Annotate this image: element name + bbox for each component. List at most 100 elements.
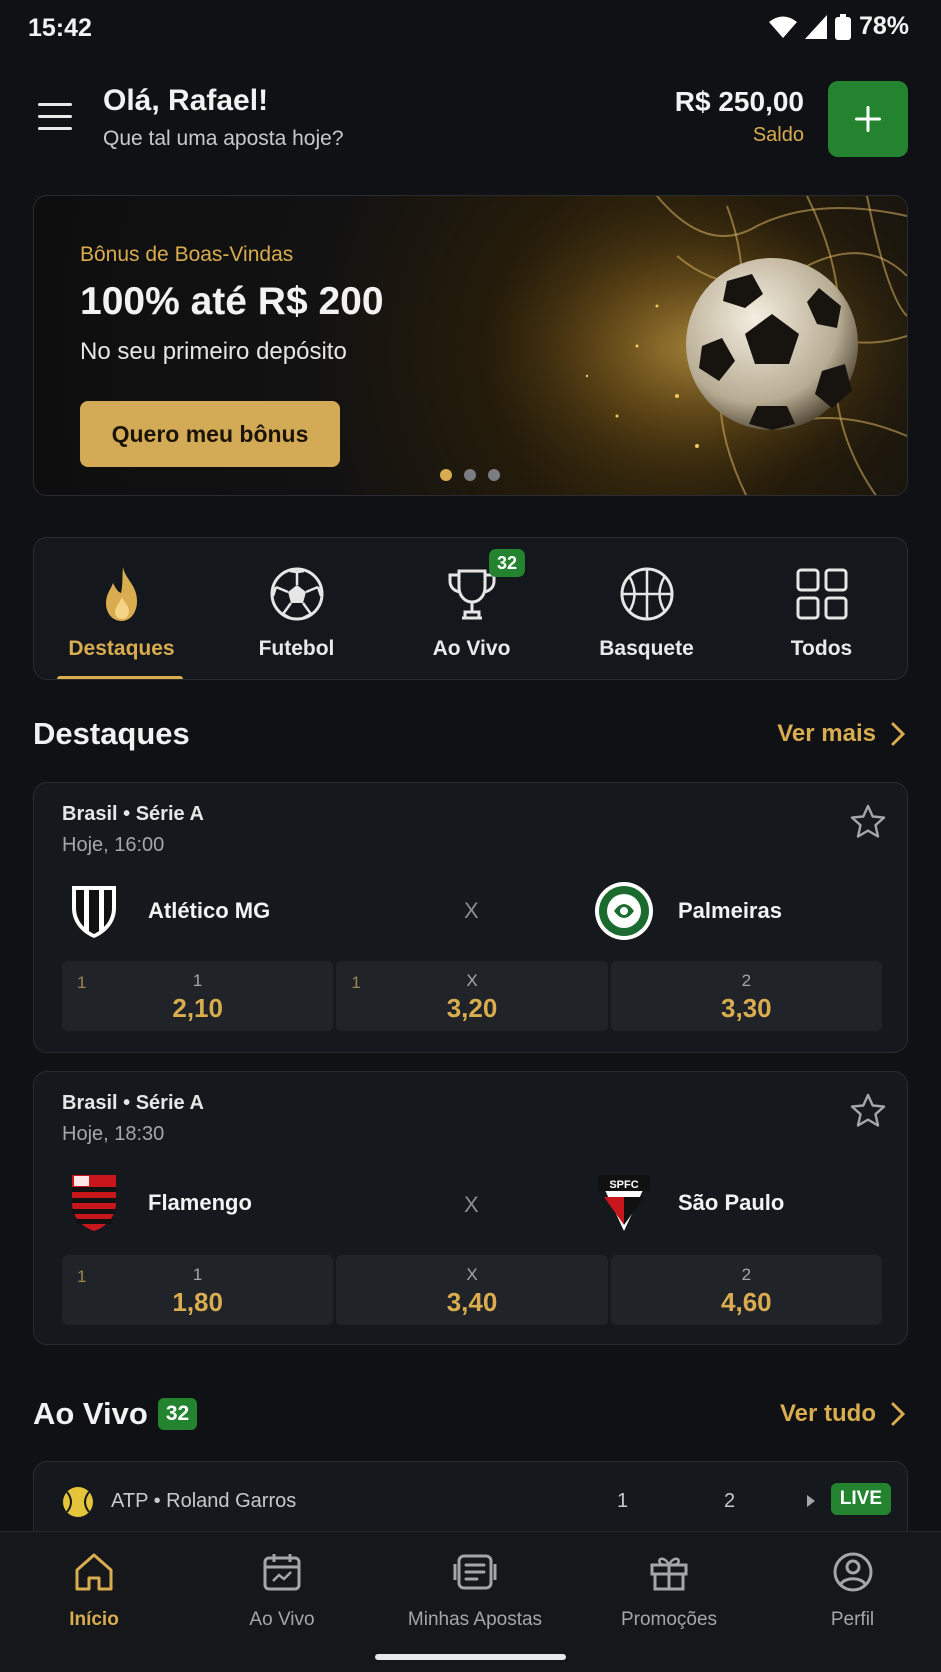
nav-label: Início: [69, 1609, 119, 1630]
odds-row: 1 1 2,10 1 X 3,20 2 3,30: [62, 961, 882, 1031]
nav-inicio[interactable]: Início: [40, 1550, 148, 1631]
gift-icon: [650, 1557, 688, 1591]
star-icon[interactable]: [849, 1092, 887, 1130]
deposit-button[interactable]: [828, 81, 908, 157]
carousel-dot[interactable]: [464, 469, 476, 481]
odd-away-button[interactable]: 2 3,30: [610, 961, 882, 1031]
away-team-name: São Paulo: [678, 1190, 785, 1215]
claim-bonus-button[interactable]: Quero meu bônus: [80, 401, 340, 467]
tab-basquete[interactable]: Basquete: [559, 538, 734, 679]
odd-home-button[interactable]: 1 1 1,80: [62, 1255, 334, 1325]
away-team: SPFC São Paulo: [594, 1173, 784, 1233]
nav-label: Promoções: [620, 1609, 718, 1630]
odd-label: 2: [741, 971, 752, 990]
see-all-link[interactable]: Ver tudo: [780, 1400, 906, 1428]
set-header: 2: [724, 1490, 736, 1512]
tab-ao-vivo[interactable]: Ao Vivo: [384, 538, 559, 679]
wifi-icon: [768, 16, 797, 38]
nav-label: Minhas Apostas: [407, 1609, 543, 1630]
odd-home-button[interactable]: 1 1 2,10: [62, 961, 334, 1031]
play-indicator-icon: [807, 1495, 815, 1507]
user-icon: [833, 1552, 872, 1592]
plus-icon: [855, 106, 881, 132]
home-team-name: Atlético MG: [148, 898, 271, 923]
odd-label: 1: [192, 1265, 203, 1284]
live-badge: LIVE: [830, 1483, 891, 1515]
home-team-name: Flamengo: [148, 1190, 252, 1215]
signal-icon: [804, 14, 827, 39]
odd-value: 3,30: [721, 993, 772, 1023]
nav-label: Ao Vivo: [249, 1609, 315, 1630]
sao-paulo-crest-icon: SPFC: [594, 1173, 654, 1233]
tab-todos[interactable]: Todos: [734, 538, 907, 679]
section-title-live-label: Ao Vivo: [33, 1396, 148, 1431]
versus-mark: X: [464, 1192, 479, 1217]
chevron-right-icon: [891, 722, 906, 746]
odd-draw-button[interactable]: 1 X 3,20: [336, 961, 608, 1031]
promo-banner[interactable]: Bônus de Boas-Vindas 100% até R$ 200 No …: [33, 195, 908, 496]
league-name: Brasil • Série A: [62, 1092, 204, 1114]
odd-value: 4,60: [721, 1287, 772, 1317]
tennis-ball-icon: [63, 1487, 93, 1517]
tab-label: Ao Vivo: [432, 637, 511, 660]
category-tabs: Destaques Futebol Ao Vivo 32 Basquete To…: [33, 537, 908, 680]
soccer-ball-net-image: [427, 196, 907, 495]
nav-perfil[interactable]: Perfil: [800, 1550, 905, 1631]
star-icon[interactable]: [849, 803, 887, 841]
banner-kicker: Bônus de Boas-Vindas: [80, 243, 294, 266]
odd-value: 2,10: [172, 993, 223, 1023]
section-title-live: Ao Vivo 32: [33, 1396, 198, 1432]
bottom-navigation: Início Ao Vivo Minhas Apostas Promoções …: [0, 1531, 941, 1672]
match-time: Hoje, 18:30: [62, 1123, 165, 1145]
app-header: Olá, Rafael! Que tal uma aposta hoje? R$…: [0, 70, 941, 170]
tab-label: Destaques: [68, 637, 175, 660]
see-more-label: Ver mais: [777, 720, 876, 747]
ticket-icon: [453, 1554, 497, 1590]
home-indicator[interactable]: [375, 1654, 566, 1660]
balance[interactable]: R$ 250,00 Saldo: [675, 86, 804, 147]
tab-label: Basquete: [599, 637, 694, 660]
nav-ao-vivo[interactable]: Ao Vivo: [228, 1550, 336, 1631]
tab-futebol[interactable]: Futebol: [209, 538, 384, 679]
odds-row: 1 1 1,80 X 3,40 2 4,60: [62, 1255, 882, 1325]
flamengo-crest-icon: [64, 1173, 124, 1233]
home-icon: [75, 1553, 113, 1591]
odd-value: 3,20: [446, 993, 498, 1023]
status-bar: 15:42 78%: [0, 0, 941, 56]
soccer-ball-icon: [270, 567, 323, 621]
odd-draw-button[interactable]: X 3,40: [336, 1255, 608, 1325]
live-league-name: ATP • Roland Garros: [111, 1490, 297, 1512]
see-more-link[interactable]: Ver mais: [777, 720, 906, 748]
svg-text:SPFC: SPFC: [609, 1179, 638, 1191]
atletico-mg-crest-icon: [64, 881, 124, 941]
hamburger-menu-icon[interactable]: [34, 98, 78, 138]
match-card[interactable]: Brasil • Série A Hoje, 16:00 Atlético MG…: [33, 782, 908, 1053]
nav-promocoes[interactable]: Promoções: [614, 1550, 724, 1631]
banner-subtitle: No seu primeiro depósito: [80, 338, 347, 365]
home-team: Atlético MG: [64, 881, 270, 941]
calendar-icon: [263, 1554, 301, 1591]
carousel-dots: [440, 469, 500, 481]
nav-minhas-apostas[interactable]: Minhas Apostas: [400, 1550, 550, 1631]
see-all-label: Ver tudo: [779, 1400, 876, 1427]
chevron-right-icon: [891, 1402, 906, 1426]
nav-label: Perfil: [830, 1609, 875, 1630]
live-count-badge: 32: [489, 549, 526, 577]
tab-label: Futebol: [258, 637, 335, 660]
match-card[interactable]: Brasil • Série A Hoje, 18:30 Flamengo X …: [33, 1071, 908, 1345]
league-name: Brasil • Série A: [62, 803, 204, 825]
balance-label: Saldo: [752, 124, 804, 146]
grid-icon: [796, 568, 847, 620]
odd-value: 1,80: [172, 1287, 223, 1317]
odd-label: X: [466, 1265, 478, 1284]
section-title-highlights: Destaques: [33, 716, 190, 751]
carousel-dot[interactable]: [488, 469, 500, 481]
odd-label: 1: [192, 971, 203, 990]
status-time: 15:42: [28, 14, 92, 42]
carousel-dot[interactable]: [440, 469, 452, 481]
battery-icon: [834, 13, 851, 40]
status-icons: 78%: [768, 12, 909, 41]
odd-away-button[interactable]: 2 4,60: [610, 1255, 882, 1325]
set-header: 1: [617, 1490, 629, 1512]
tab-destaques[interactable]: Destaques: [34, 538, 209, 679]
